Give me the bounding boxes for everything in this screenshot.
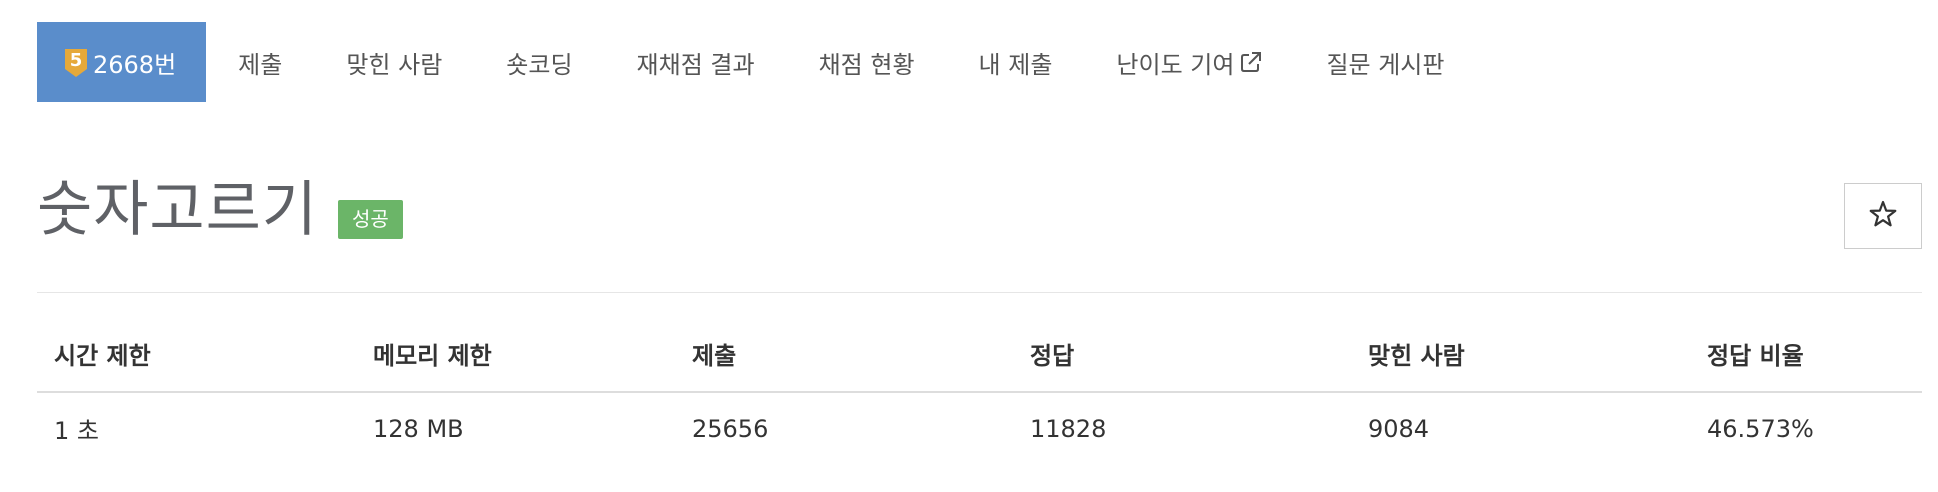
tab-judge-status[interactable]: 채점 현황 <box>787 22 947 102</box>
header-accept-ratio: 정답 비율 <box>1690 336 1922 393</box>
submissions-value: 25656 <box>692 414 769 443</box>
tab-short-coding[interactable]: 숏코딩 <box>474 22 604 102</box>
tab-label: 내 제출 <box>978 50 1053 79</box>
header-accepted: 정답 <box>1013 336 1351 393</box>
problem-info-table: 시간 제한 메모리 제한 제출 정답 맞힌 사람 정답 비율 1 초 128 M… <box>37 336 1922 446</box>
tab-label: 난이도 기여 <box>1116 50 1235 79</box>
accept-ratio-value: 46.573% <box>1707 414 1814 443</box>
header-submissions: 제출 <box>675 336 1013 393</box>
table-row: 1 초 128 MB 25656 11828 9084 46.573% <box>37 392 1922 446</box>
tab-problem[interactable]: 5 2668번 <box>37 22 207 102</box>
header-time-limit: 시간 제한 <box>37 336 356 393</box>
accepted-value: 11828 <box>1030 414 1107 443</box>
time-limit-value: 1 초 <box>54 417 99 445</box>
tab-label: 재채점 결과 <box>636 50 755 79</box>
page-title: 숫자고르기 <box>37 175 318 245</box>
tier-level: 5 <box>69 50 83 71</box>
tier-gold-icon: 5 <box>65 49 87 77</box>
tab-solved-users[interactable]: 맞힌 사람 <box>314 22 474 102</box>
header-divider <box>37 292 1922 293</box>
tab-label: 맞힌 사람 <box>346 50 443 79</box>
problem-nav-tabs: 5 2668번 제출 맞힌 사람 숏코딩 재채점 결과 채점 현황 내 제출 난… <box>37 22 1476 102</box>
tab-rejudge-results[interactable]: 재채점 결과 <box>605 22 787 102</box>
problem-header: 숫자고르기 성공 <box>37 180 403 240</box>
tab-difficulty-contribution[interactable]: 난이도 기여 <box>1084 22 1294 102</box>
star-outline-icon <box>1868 199 1898 233</box>
status-badge: 성공 <box>338 199 403 239</box>
tab-label: 질문 게시판 <box>1326 50 1445 79</box>
tab-question-board[interactable]: 질문 게시판 <box>1294 22 1476 102</box>
tab-label: 숏코딩 <box>506 50 573 79</box>
tab-label: 제출 <box>238 50 283 79</box>
problem-number: 2668번 <box>93 50 177 79</box>
tab-my-submissions[interactable]: 내 제출 <box>947 22 1085 102</box>
memory-limit-value: 128 MB <box>373 414 464 443</box>
header-solved-users: 맞힌 사람 <box>1351 336 1690 393</box>
header-memory-limit: 메모리 제한 <box>356 336 675 393</box>
table-header-row: 시간 제한 메모리 제한 제출 정답 맞힌 사람 정답 비율 <box>37 336 1922 393</box>
solved-users-value: 9084 <box>1368 414 1430 443</box>
tab-submit[interactable]: 제출 <box>206 22 314 102</box>
tab-label: 채점 현황 <box>818 50 915 79</box>
external-link-icon <box>1240 51 1262 73</box>
favorite-button[interactable] <box>1844 183 1922 249</box>
